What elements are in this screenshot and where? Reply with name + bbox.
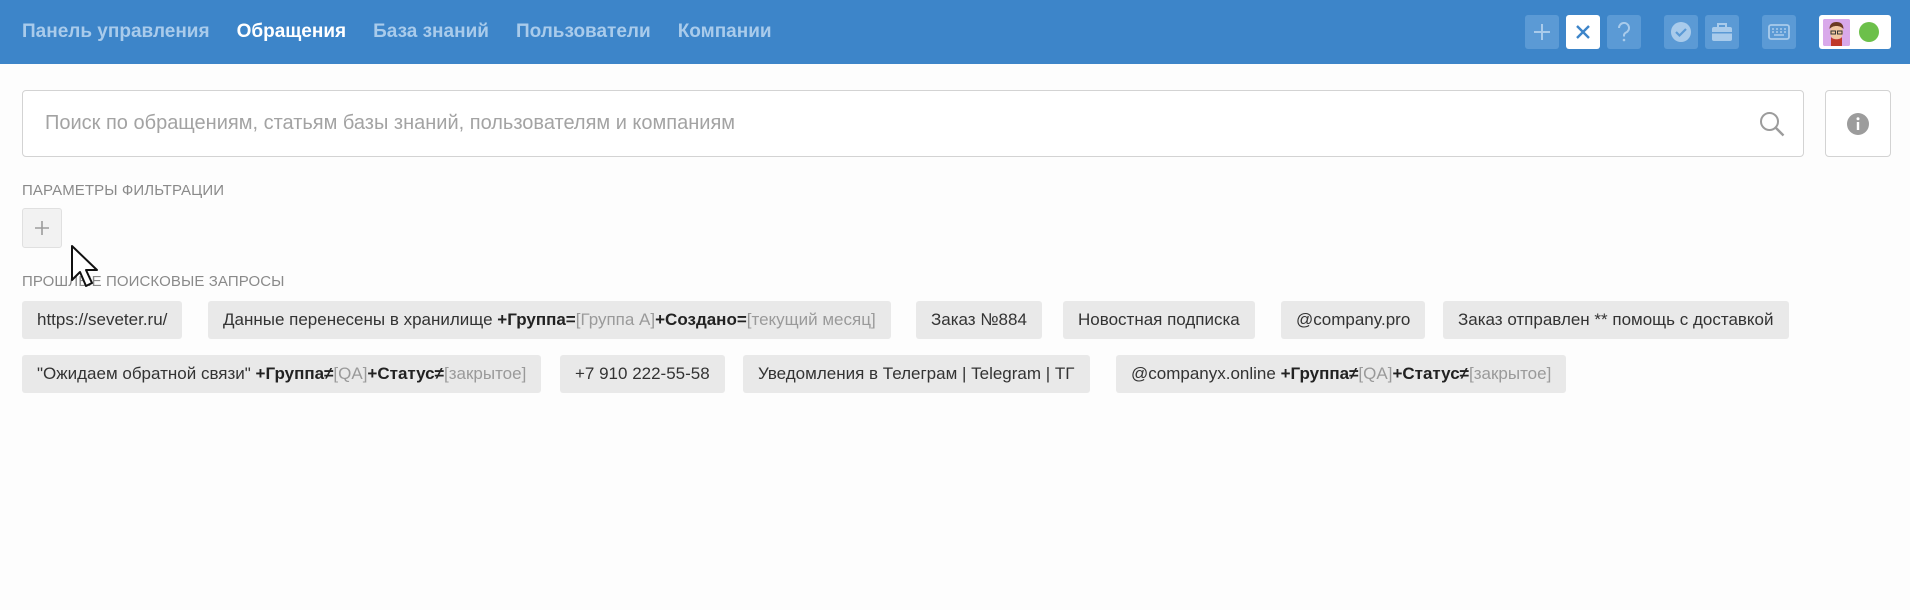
profile-menu[interactable] bbox=[1819, 15, 1891, 49]
tasks-button[interactable] bbox=[1664, 15, 1698, 49]
filter-section-title: Параметры фильтрации bbox=[22, 182, 225, 199]
search-history-item[interactable]: Новостная подписка bbox=[1063, 301, 1255, 339]
history-section-title: Прошлые поисковые запросы bbox=[22, 273, 285, 290]
query-value: [QA] bbox=[333, 364, 368, 383]
add-filter-button[interactable] bbox=[22, 208, 62, 248]
nav-dashboard[interactable]: Панель управления bbox=[22, 21, 210, 43]
mouse-cursor bbox=[70, 244, 100, 293]
avatar bbox=[1823, 18, 1850, 46]
nav-tickets[interactable]: Обращения bbox=[237, 21, 347, 43]
search-history-item[interactable]: https://seveter.ru/ bbox=[22, 301, 183, 339]
query-operator: +Группа= bbox=[497, 310, 576, 329]
help-button[interactable] bbox=[1607, 15, 1641, 49]
online-status-indicator bbox=[1859, 22, 1879, 42]
plus-icon bbox=[35, 221, 49, 235]
close-search-button[interactable] bbox=[1566, 15, 1600, 49]
nav-knowledge-base[interactable]: База знаний bbox=[373, 21, 489, 43]
query-operator: +Создано= bbox=[655, 310, 747, 329]
search-history-item[interactable]: Данные перенесены в хранилище +Группа= [Г… bbox=[208, 301, 891, 339]
query-text: Новостная подписка bbox=[1078, 310, 1240, 329]
query-text: +7 910 222-55-58 bbox=[575, 364, 710, 383]
query-text: @companyx.online bbox=[1131, 364, 1281, 383]
query-text: Заказ отправлен ** помощь с доставкой bbox=[1458, 310, 1774, 329]
main-nav: Панель управления Обращения База знаний … bbox=[22, 0, 799, 64]
question-icon bbox=[1617, 22, 1630, 42]
query-value: [QA] bbox=[1358, 364, 1393, 383]
search-icon[interactable] bbox=[1759, 111, 1785, 142]
query-value: [текущий месяц] bbox=[746, 310, 876, 329]
portfolio-button[interactable] bbox=[1705, 15, 1739, 49]
query-operator: +Статус≠ bbox=[1392, 364, 1469, 383]
query-text: Уведомления в Телеграм | Telegram | ТГ bbox=[758, 364, 1075, 383]
query-text: https://seveter.ru/ bbox=[37, 310, 168, 329]
search-input[interactable] bbox=[45, 91, 1745, 156]
query-text: "Ожидаем обратной связи" bbox=[37, 364, 256, 383]
search-history-item[interactable]: @companyx.online +Группа≠ [QA] +Статус≠ [за… bbox=[1116, 355, 1567, 393]
check-badge-icon bbox=[1671, 22, 1691, 42]
search-box bbox=[22, 90, 1804, 157]
info-icon bbox=[1847, 112, 1869, 135]
query-text: Заказ №884 bbox=[931, 310, 1027, 329]
query-text: Данные перенесены в хранилище bbox=[223, 310, 498, 329]
nav-users[interactable]: Пользователи bbox=[516, 21, 651, 43]
close-icon bbox=[1576, 25, 1590, 39]
plus-icon bbox=[1534, 24, 1550, 40]
query-operator: +Статус≠ bbox=[367, 364, 444, 383]
query-operator: +Группа≠ bbox=[1280, 364, 1359, 383]
top-bar: Панель управления Обращения База знаний … bbox=[0, 0, 1910, 64]
create-button[interactable] bbox=[1525, 15, 1559, 49]
query-value: [Группа А] bbox=[575, 310, 656, 329]
search-history-item[interactable]: Заказ отправлен ** помощь с доставкой bbox=[1443, 301, 1789, 339]
query-value: [закрытое] bbox=[443, 364, 527, 383]
nav-companies[interactable]: Компании bbox=[678, 21, 772, 43]
keyboard-icon bbox=[1768, 24, 1790, 40]
search-history-item[interactable]: "Ожидаем обратной связи" +Группа≠ [QA] +Ст… bbox=[22, 355, 542, 393]
query-value: [закрытое] bbox=[1469, 364, 1552, 383]
query-operator: +Группа≠ bbox=[255, 364, 334, 383]
query-text: @company.pro bbox=[1296, 310, 1411, 329]
search-history-item[interactable]: Уведомления в Телеграм | Telegram | ТГ bbox=[743, 355, 1090, 393]
search-history-item[interactable]: @company.pro bbox=[1281, 301, 1426, 339]
keyboard-button[interactable] bbox=[1762, 15, 1796, 49]
briefcase-icon bbox=[1712, 23, 1732, 41]
search-help-button[interactable] bbox=[1825, 90, 1891, 157]
search-history-item[interactable]: +7 910 222-55-58 bbox=[560, 355, 725, 393]
search-history-item[interactable]: Заказ №884 bbox=[916, 301, 1042, 339]
